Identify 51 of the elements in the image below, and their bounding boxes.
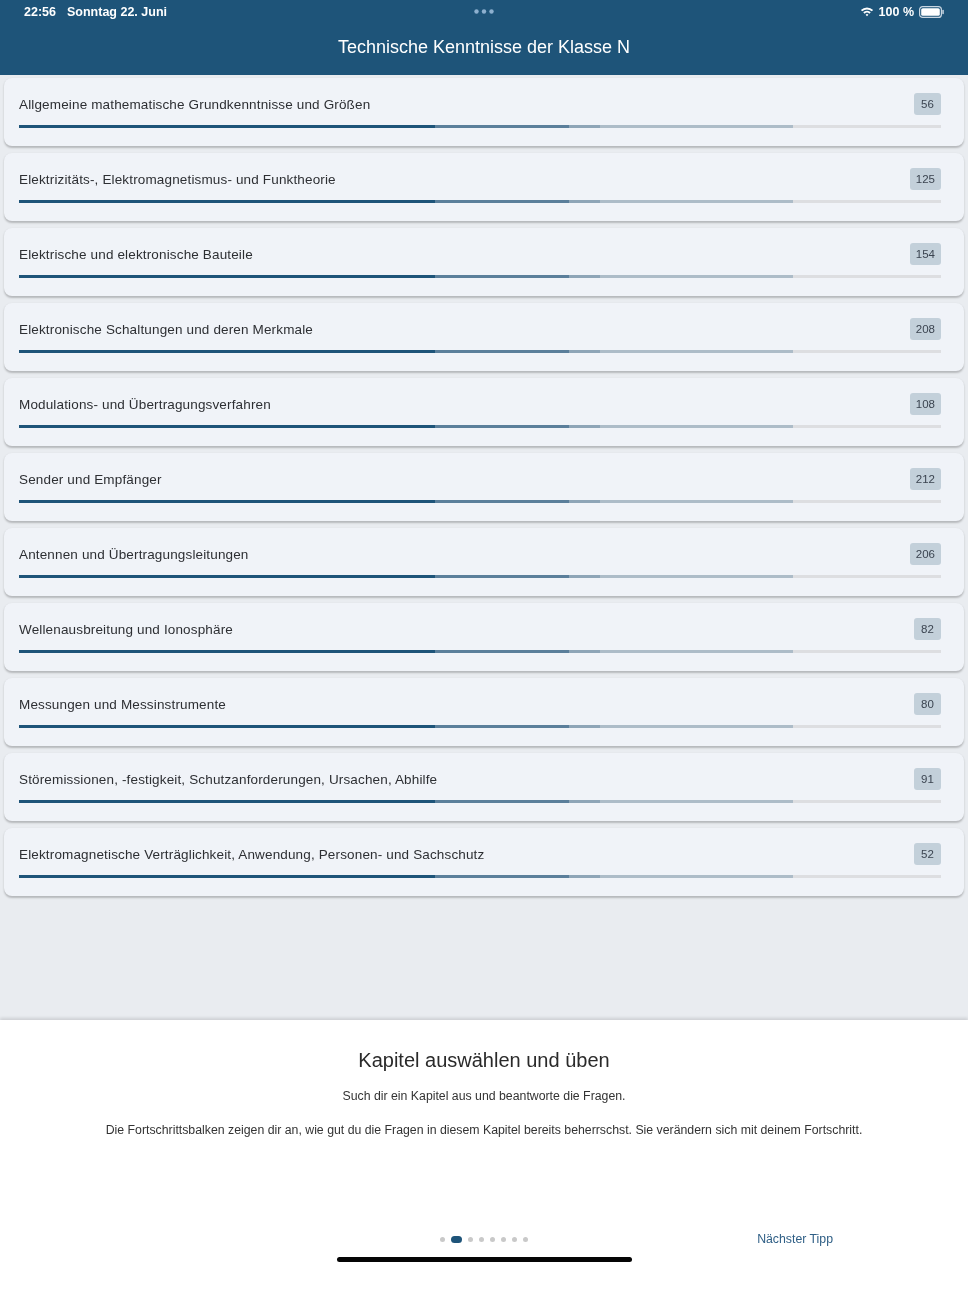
question-count-badge: 208 bbox=[909, 318, 941, 340]
chapter-title: Elektrizitäts-, Elektromagnetismus- und Funktheorie bbox=[19, 171, 336, 187]
tip-title: Kapitel auswählen und üben bbox=[358, 1048, 610, 1072]
question-count-badge: 125 bbox=[909, 168, 941, 190]
chapter-card[interactable]: Allgemeine mathematische Grundkenntnisse und Größen 56 bbox=[4, 78, 964, 146]
question-count-badge: 212 bbox=[909, 468, 941, 490]
tip-text: Such dir ein Kapitel aus und beantworte die Fragen. bbox=[342, 1088, 626, 1104]
question-count-badge: 82 bbox=[914, 618, 941, 640]
status-date: Sonntag 22. Juni bbox=[67, 4, 167, 19]
question-count-badge: 91 bbox=[914, 768, 941, 790]
question-count-badge: 80 bbox=[914, 693, 941, 715]
chapter-card[interactable]: Sender und Empfänger 212 bbox=[4, 453, 964, 521]
chapter-title: Antennen und Übertragungsleitungen bbox=[19, 546, 249, 562]
chapter-card[interactable]: Elektronische Schaltungen und deren Merkmale 208 bbox=[4, 303, 964, 371]
chapter-title: Messungen und Messinstrumente bbox=[19, 696, 226, 712]
chapter-card[interactable]: Modulations- und Übertragungsverfahren 108 bbox=[4, 378, 964, 446]
chapter-card[interactable]: Elektrizitäts-, Elektromagnetismus- und Funktheorie 125 bbox=[4, 153, 964, 221]
page-dot-icon[interactable] bbox=[440, 1236, 445, 1242]
chapter-card[interactable]: Wellenausbreitung und Ionosphäre 82 bbox=[4, 603, 964, 671]
chapter-title: Störemissionen, -festigkeit, Schutzanforderungen, Ursachen, Abhilfe bbox=[19, 771, 438, 787]
chapter-title: Sender und Empfänger bbox=[19, 471, 162, 487]
chapter-title: Elektrische und elektronische Bauteile bbox=[19, 246, 253, 262]
chapter-card[interactable]: Störemissionen, -festigkeit, Schutzanforderungen, Ursachen, Abhilfe 91 bbox=[4, 753, 964, 821]
status-time: 22:56 bbox=[24, 4, 56, 19]
chapter-title: Wellenausbreitung und Ionosphäre bbox=[19, 621, 233, 637]
screen-title: Technische Kenntnisse der Klasse N bbox=[337, 37, 631, 58]
page-dot-icon[interactable] bbox=[523, 1236, 528, 1242]
question-count-badge: 206 bbox=[909, 543, 941, 565]
chapter-title: Elektromagnetische Verträglichkeit, Anwendung, Personen- und Sachschutz bbox=[19, 846, 485, 862]
question-count-badge: 108 bbox=[909, 393, 941, 415]
chapter-card[interactable]: Elektromagnetische Verträglichkeit, Anwendung, Personen- und Sachschutz 52 bbox=[4, 828, 964, 896]
next-tip-link[interactable]: Nächster Tipp bbox=[757, 1232, 833, 1246]
page-dot-icon[interactable] bbox=[501, 1236, 506, 1242]
question-count-badge: 56 bbox=[914, 93, 941, 115]
more-dots-icon[interactable] bbox=[474, 9, 494, 14]
chapter-title: Elektronische Schaltungen und deren Merkmale bbox=[19, 321, 313, 337]
tip-text: Die Fortschrittsbalken zeigen dir an, wie gut du die Fragen in diesem Kapitel bereits beherrschst. Sie verändern sich mit deinem Fortschritt. bbox=[105, 1122, 863, 1138]
chapter-title: Modulations- und Übertragungsverfahren bbox=[19, 396, 271, 412]
wifi-icon bbox=[859, 6, 874, 17]
battery-percent: 100 % bbox=[878, 4, 914, 19]
chapter-card[interactable]: Elektrische und elektronische Bauteile 154 bbox=[4, 228, 964, 296]
page-dot-icon[interactable] bbox=[468, 1236, 473, 1242]
chapter-card[interactable]: Messungen und Messinstrumente 80 bbox=[4, 678, 964, 746]
question-count-badge: 154 bbox=[909, 243, 941, 265]
page-dot-icon[interactable] bbox=[490, 1236, 495, 1242]
page-dot-icon[interactable] bbox=[479, 1236, 484, 1242]
battery-icon bbox=[919, 5, 944, 18]
question-count-badge: 52 bbox=[914, 843, 941, 865]
chapter-title: Allgemeine mathematische Grundkenntnisse und Größen bbox=[19, 96, 371, 112]
page-dot-icon[interactable] bbox=[512, 1236, 517, 1242]
chapter-card[interactable]: Antennen und Übertragungsleitungen 206 bbox=[4, 528, 964, 596]
